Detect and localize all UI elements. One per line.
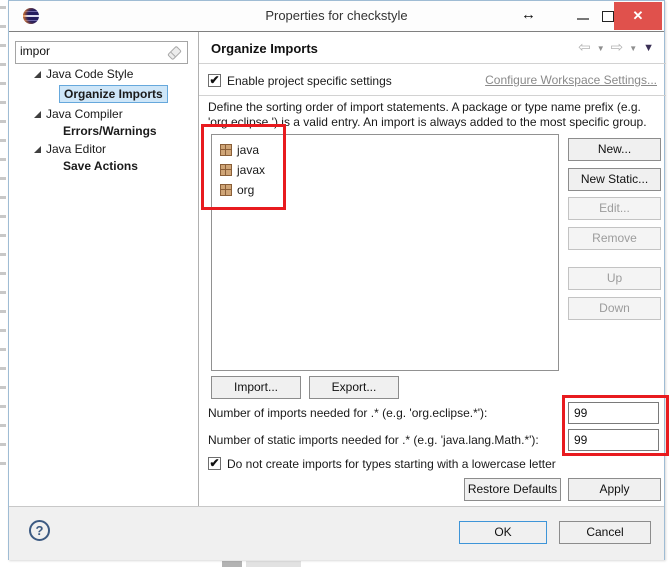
panel-divider — [198, 32, 199, 506]
titlebar-separator — [9, 31, 664, 32]
sidebar-item-save-actions[interactable]: Save Actions — [9, 158, 194, 175]
sidebar-item-organize-imports[interactable]: Organize Imports — [9, 85, 194, 102]
sidebar-item-java-editor[interactable]: Java Editor — [9, 141, 194, 158]
new-static-button[interactable]: New Static... — [568, 168, 661, 191]
sidebar-item-errors-warnings[interactable]: Errors/Warnings — [9, 123, 194, 140]
static-imports-needed-label: Number of static imports needed for .* (… — [208, 433, 539, 447]
sidebar-item-java-code-style[interactable]: Java Code Style — [9, 66, 194, 83]
configure-workspace-link[interactable]: Configure Workspace Settings... — [485, 73, 657, 87]
forward-dropdown-icon[interactable]: ▼ — [629, 44, 637, 53]
filter-search-box[interactable] — [15, 41, 188, 64]
background-fragment — [246, 561, 301, 567]
down-button: Down — [568, 297, 661, 320]
import-button[interactable]: Import... — [211, 376, 301, 399]
page-title: Organize Imports — [211, 41, 318, 56]
background-window-fragment — [0, 6, 6, 476]
annotation-rectangle-number-fields — [562, 395, 669, 456]
lowercase-imports-checkbox[interactable]: ✔ — [208, 457, 221, 470]
close-button[interactable]: ✕ — [614, 2, 662, 30]
export-button[interactable]: Export... — [309, 376, 399, 399]
imports-needed-label: Number of imports needed for .* (e.g. 'o… — [208, 406, 487, 420]
background-fragment — [222, 561, 242, 567]
title-bar[interactable]: Properties for checkstyle ↔ ✕ — [9, 1, 664, 31]
search-input[interactable] — [20, 44, 160, 58]
up-button: Up — [568, 267, 661, 290]
expand-triangle-icon[interactable] — [34, 71, 41, 78]
minimize-button[interactable] — [572, 9, 594, 25]
annotation-rectangle-import-list — [201, 124, 286, 210]
window-title: Properties for checkstyle — [9, 8, 664, 23]
separator — [199, 63, 666, 64]
sidebar-item-java-compiler[interactable]: Java Compiler — [9, 106, 194, 123]
back-arrow-icon[interactable]: ⇦ — [578, 41, 591, 55]
properties-dialog: Properties for checkstyle ↔ ✕ Java Code … — [8, 0, 665, 560]
ok-button[interactable]: OK — [459, 521, 547, 544]
edit-button: Edit... — [568, 197, 661, 220]
view-menu-icon[interactable]: ▼ — [643, 42, 654, 54]
new-button[interactable]: New... — [568, 138, 661, 161]
expand-triangle-icon[interactable] — [34, 146, 41, 153]
page-navigation: ⇦ ▼ ⇨ ▼ ▼ — [578, 41, 654, 55]
separator — [199, 95, 666, 96]
clear-search-icon[interactable] — [167, 46, 182, 61]
apply-button[interactable]: Apply — [568, 478, 661, 501]
cancel-button[interactable]: Cancel — [559, 521, 651, 544]
dialog-footer: ? OK Cancel — [9, 506, 664, 560]
enable-settings-checkbox[interactable]: ✔ — [208, 74, 221, 87]
help-icon[interactable]: ? — [29, 520, 50, 541]
back-dropdown-icon[interactable]: ▼ — [597, 44, 605, 53]
restore-defaults-button[interactable]: Restore Defaults — [464, 478, 561, 501]
forward-arrow-icon[interactable]: ⇨ — [611, 41, 624, 55]
resize-arrows-icon: ↔ — [521, 6, 536, 23]
expand-triangle-icon[interactable] — [34, 111, 41, 118]
enable-settings-label: Enable project specific settings — [227, 74, 392, 88]
remove-button: Remove — [568, 227, 661, 250]
lowercase-imports-label: Do not create imports for types starting… — [227, 457, 556, 471]
